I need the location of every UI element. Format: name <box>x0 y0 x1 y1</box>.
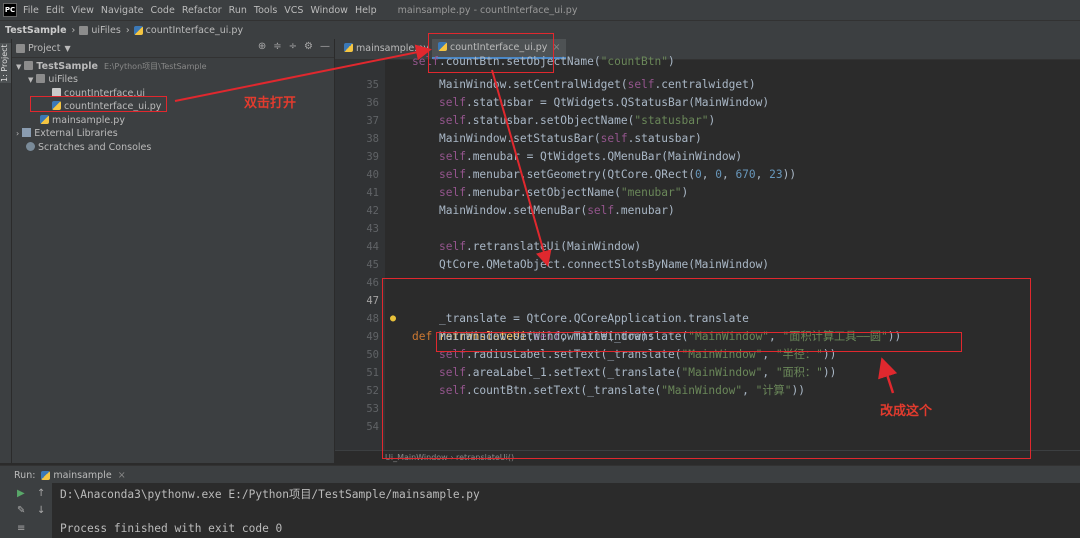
arrow-to-tab <box>174 44 432 102</box>
annotation-arrows <box>174 44 898 394</box>
arrow-to-title <box>878 357 898 394</box>
arrow-to-method <box>491 69 552 267</box>
